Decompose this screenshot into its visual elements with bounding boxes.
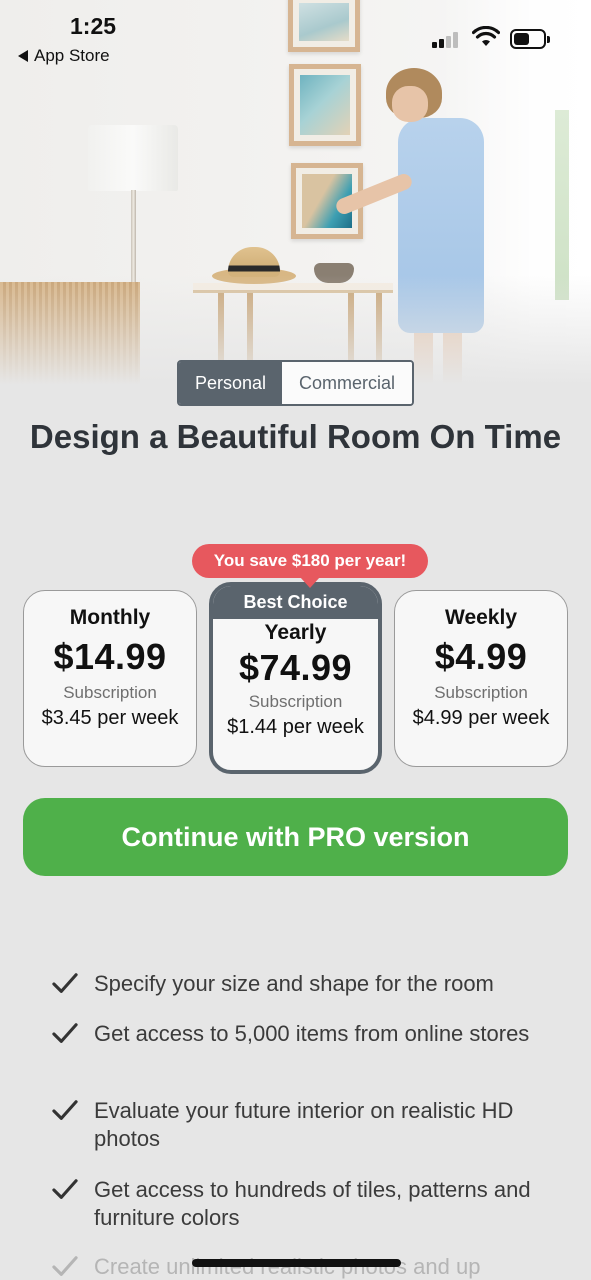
- cellular-signal-icon: [432, 30, 464, 48]
- checkmark-icon: [52, 1179, 78, 1199]
- straw-hat-crown: [228, 247, 280, 277]
- home-indicator[interactable]: [192, 1259, 401, 1267]
- page-title: Design a Beautiful Room On Time: [29, 418, 562, 455]
- feature-text: Get access to hundreds of tiles, pattern…: [94, 1177, 531, 1230]
- plan-price: $4.99: [434, 636, 528, 677]
- back-to-app-store[interactable]: App Store: [18, 46, 110, 66]
- checkmark-icon: [52, 1023, 78, 1043]
- checkmark-icon: [52, 1100, 78, 1120]
- segment-commercial[interactable]: Commercial: [282, 362, 412, 404]
- continue-pro-button[interactable]: Continue with PRO version: [23, 798, 568, 876]
- battery-level: [514, 33, 529, 45]
- signal-bar: [446, 36, 451, 48]
- signal-bar: [453, 32, 458, 48]
- plan-per-week: $3.45 per week: [41, 707, 179, 729]
- checkmark-icon: [52, 973, 78, 993]
- wifi-icon: [472, 26, 500, 46]
- window-plant: [555, 110, 569, 300]
- best-choice-badge: Best Choice: [213, 586, 378, 619]
- plan-price: $74.99: [238, 647, 353, 688]
- back-label: App Store: [34, 46, 110, 65]
- savings-badge: You save $180 per year!: [192, 544, 428, 588]
- feature-item: Specify your size and shape for the room: [36, 970, 576, 998]
- segment-personal[interactable]: Personal: [179, 362, 282, 404]
- back-arrow-icon: [18, 50, 28, 62]
- plan-name: Monthly: [69, 606, 151, 629]
- floor-lamp-shade: [88, 125, 178, 191]
- signal-bar: [439, 39, 444, 48]
- status-time: 1:25: [70, 13, 117, 39]
- feature-text: Get access to 5,000 items from online st…: [94, 1021, 530, 1046]
- feature-item: Get access to hundreds of tiles, pattern…: [36, 1176, 576, 1232]
- plan-per-week: $1.44 per week: [227, 716, 364, 738]
- plan-card-yearly[interactable]: Best Choice Yearly $74.99 Subscription $…: [209, 582, 382, 774]
- plan-name: Yearly: [264, 621, 327, 644]
- feature-text: Evaluate your future interior on realist…: [94, 1098, 514, 1151]
- plan-per-week: $4.99 per week: [412, 707, 550, 729]
- plan-type: Subscription: [63, 683, 157, 702]
- license-type-toggle: Personal Commercial: [177, 360, 414, 406]
- feature-item: Get access to 5,000 items from online st…: [36, 1020, 576, 1048]
- plan-type: Subscription: [434, 683, 528, 702]
- signal-bar: [432, 42, 437, 48]
- picture-frame: [289, 64, 361, 146]
- plan-type: Subscription: [248, 692, 343, 711]
- woman-face: [392, 86, 428, 122]
- plan-card-monthly[interactable]: Monthly $14.99 Subscription $3.45 per we…: [23, 590, 197, 767]
- feature-text: Specify your size and shape for the room: [94, 971, 494, 996]
- checkmark-icon: [52, 1256, 78, 1276]
- plan-card-weekly[interactable]: Weekly $4.99 Subscription $4.99 per week: [394, 590, 568, 767]
- plan-name: Weekly: [445, 606, 517, 629]
- plan-price: $14.99: [53, 636, 167, 677]
- battery-icon: [510, 29, 550, 49]
- status-bar: 1:25 App Store: [0, 0, 591, 72]
- feature-item: Evaluate your future interior on realist…: [36, 1097, 576, 1153]
